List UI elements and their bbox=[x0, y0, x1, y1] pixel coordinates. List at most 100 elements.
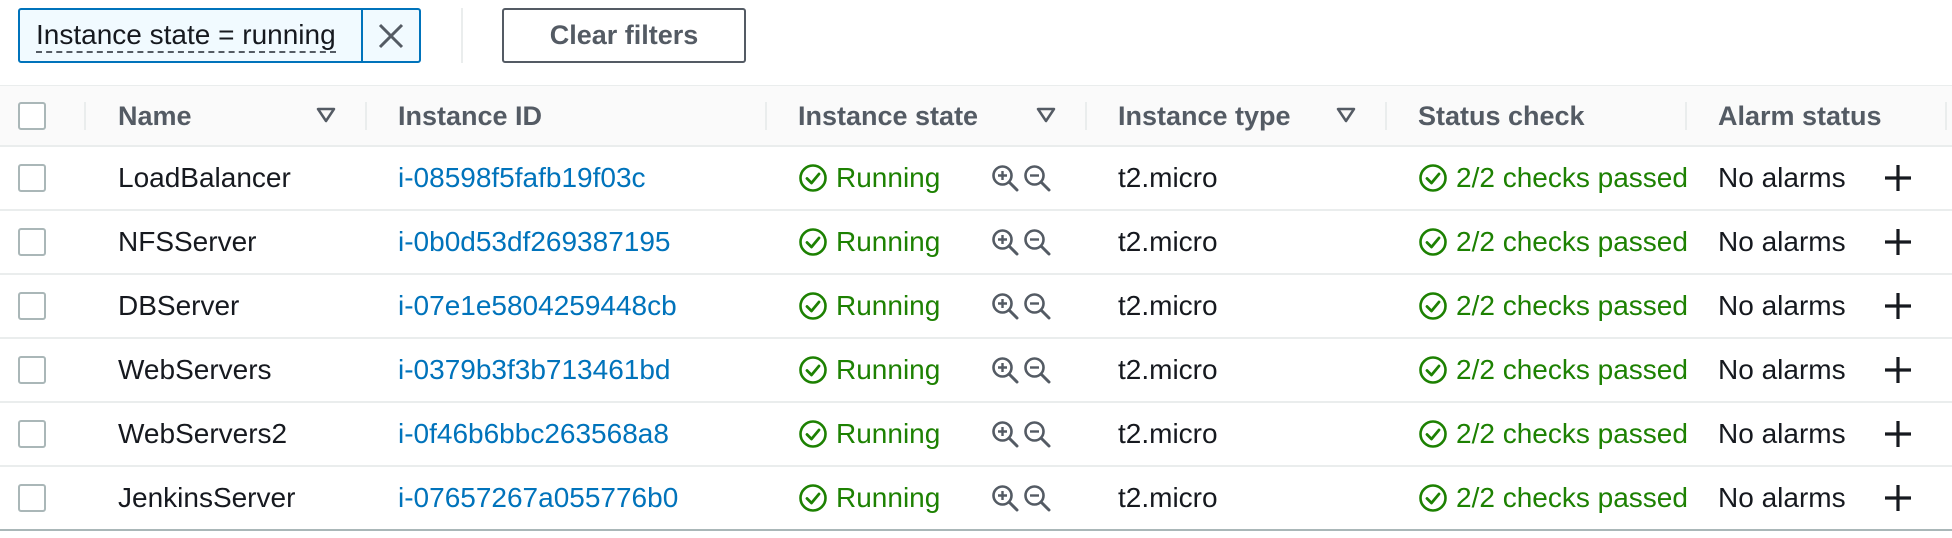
status-check-cell: 2/2 checks passed bbox=[1418, 147, 1688, 209]
instance-id-link[interactable]: i-0b0d53df269387195 bbox=[398, 211, 670, 273]
instance-name: WebServers2 bbox=[118, 418, 288, 449]
instance-id-link[interactable]: i-07e1e5804259448cb bbox=[398, 275, 677, 337]
state-zoom-controls bbox=[990, 147, 1052, 209]
zoom-in-icon[interactable] bbox=[990, 355, 1020, 385]
instance-type: t2.micro bbox=[1118, 418, 1218, 449]
instance-state-cell: Running bbox=[798, 275, 940, 337]
column-header-instance-type[interactable]: Instance type bbox=[1118, 86, 1291, 146]
zoom-in-icon[interactable] bbox=[990, 483, 1020, 513]
instance-type: t2.micro bbox=[1118, 354, 1218, 385]
add-alarm-button[interactable] bbox=[1883, 467, 1913, 529]
row-select-cell bbox=[18, 275, 46, 337]
plus-icon bbox=[1885, 165, 1911, 191]
row-checkbox[interactable] bbox=[18, 420, 46, 448]
alarm-status: No alarms bbox=[1718, 226, 1846, 257]
table-row[interactable]: WebServers2 i-0f46b6bbc263568a8 Running … bbox=[0, 403, 1952, 467]
row-select-cell bbox=[18, 467, 46, 529]
zoom-in-icon[interactable] bbox=[990, 163, 1020, 193]
check-circle-icon bbox=[799, 164, 827, 192]
instance-name: DBServer bbox=[118, 290, 240, 321]
column-header-status-check[interactable]: Status check bbox=[1418, 86, 1585, 146]
zoom-out-icon[interactable] bbox=[1022, 419, 1052, 449]
status-check-label[interactable]: 2/2 checks passed bbox=[1456, 162, 1688, 194]
column-header-instance-state[interactable]: Instance state bbox=[798, 86, 978, 146]
column-divider bbox=[84, 102, 86, 130]
status-check-cell: 2/2 checks passed bbox=[1418, 211, 1688, 273]
zoom-in-icon[interactable] bbox=[990, 419, 1020, 449]
zoom-out-icon[interactable] bbox=[1022, 291, 1052, 321]
instance-id-link[interactable]: i-0379b3f3b713461bd bbox=[398, 339, 670, 401]
status-check-label[interactable]: 2/2 checks passed bbox=[1456, 290, 1688, 322]
table-row[interactable]: LoadBalancer i-08598f5fafb19f03c Running… bbox=[0, 147, 1952, 211]
add-alarm-button[interactable] bbox=[1883, 275, 1913, 337]
zoom-out-icon[interactable] bbox=[1022, 483, 1052, 513]
instance-state-label: Running bbox=[836, 482, 941, 513]
instance-state-label: Running bbox=[836, 226, 941, 257]
caret-down-icon[interactable] bbox=[1335, 104, 1357, 126]
add-alarm-button[interactable] bbox=[1883, 339, 1913, 401]
instance-state-cell: Running bbox=[798, 339, 940, 401]
row-checkbox[interactable] bbox=[18, 292, 46, 320]
instance-id-link[interactable]: i-07657267a055776b0 bbox=[398, 467, 678, 529]
column-header-name[interactable]: Name bbox=[118, 86, 192, 146]
status-check-label[interactable]: 2/2 checks passed bbox=[1456, 418, 1688, 450]
instances-panel: Instance state = running Clear filters N… bbox=[0, 0, 1952, 538]
add-alarm-button[interactable] bbox=[1883, 403, 1913, 465]
zoom-out-icon[interactable] bbox=[1022, 355, 1052, 385]
instance-id-link[interactable]: i-08598f5fafb19f03c bbox=[398, 147, 646, 209]
row-checkbox[interactable] bbox=[18, 484, 46, 512]
status-check-label[interactable]: 2/2 checks passed bbox=[1456, 354, 1688, 386]
add-alarm-button[interactable] bbox=[1883, 147, 1913, 209]
check-circle-icon bbox=[1419, 484, 1447, 512]
alarm-status: No alarms bbox=[1718, 482, 1846, 513]
filter-bar-divider bbox=[461, 8, 463, 63]
filter-token[interactable]: Instance state = running bbox=[18, 8, 421, 63]
table-header: Name Instance ID Instance state Instance… bbox=[0, 85, 1952, 147]
status-check-label[interactable]: 2/2 checks passed bbox=[1456, 482, 1688, 514]
instance-id-link[interactable]: i-0f46b6bbc263568a8 bbox=[398, 403, 669, 465]
column-divider bbox=[1085, 102, 1087, 130]
check-circle-icon bbox=[1419, 420, 1447, 448]
instance-type: t2.micro bbox=[1118, 226, 1218, 257]
instance-type: t2.micro bbox=[1118, 290, 1218, 321]
zoom-out-icon[interactable] bbox=[1022, 163, 1052, 193]
filter-token-text: Instance state = running bbox=[36, 19, 336, 53]
zoom-out-icon[interactable] bbox=[1022, 227, 1052, 257]
plus-icon bbox=[1885, 421, 1911, 447]
filter-token-label[interactable]: Instance state = running bbox=[20, 10, 361, 61]
table-row[interactable]: JenkinsServer i-07657267a055776b0 Runnin… bbox=[0, 467, 1952, 531]
status-check-label[interactable]: 2/2 checks passed bbox=[1456, 226, 1688, 258]
state-zoom-controls bbox=[990, 339, 1052, 401]
status-check-cell: 2/2 checks passed bbox=[1418, 467, 1688, 529]
table-row[interactable]: NFSServer i-0b0d53df269387195 Running t2… bbox=[0, 211, 1952, 275]
zoom-in-icon[interactable] bbox=[990, 227, 1020, 257]
check-circle-icon bbox=[1419, 164, 1447, 192]
row-checkbox[interactable] bbox=[18, 164, 46, 192]
instance-name: NFSServer bbox=[118, 226, 257, 257]
filter-token-remove-button[interactable] bbox=[361, 10, 419, 61]
check-circle-icon bbox=[1419, 356, 1447, 384]
row-select-cell bbox=[18, 211, 46, 273]
row-checkbox[interactable] bbox=[18, 356, 46, 384]
clear-filters-button[interactable]: Clear filters bbox=[502, 8, 746, 63]
table-row[interactable]: WebServers i-0379b3f3b713461bd Running t… bbox=[0, 339, 1952, 403]
plus-icon bbox=[1885, 293, 1911, 319]
column-header-alarm-status[interactable]: Alarm status bbox=[1718, 86, 1882, 146]
status-check-cell: 2/2 checks passed bbox=[1418, 275, 1688, 337]
alarm-status: No alarms bbox=[1718, 418, 1846, 449]
table-row[interactable]: DBServer i-07e1e5804259448cb Running t2.… bbox=[0, 275, 1952, 339]
check-circle-icon bbox=[799, 484, 827, 512]
close-icon bbox=[378, 23, 404, 48]
check-circle-icon bbox=[799, 228, 827, 256]
select-all-cell bbox=[18, 86, 46, 146]
state-zoom-controls bbox=[990, 467, 1052, 529]
add-alarm-button[interactable] bbox=[1883, 211, 1913, 273]
caret-down-icon[interactable] bbox=[1035, 104, 1057, 126]
check-circle-icon bbox=[1419, 228, 1447, 256]
select-all-checkbox[interactable] bbox=[18, 102, 46, 130]
zoom-in-icon[interactable] bbox=[990, 291, 1020, 321]
caret-down-icon[interactable] bbox=[315, 104, 337, 126]
row-checkbox[interactable] bbox=[18, 228, 46, 256]
instance-state-label: Running bbox=[836, 290, 941, 321]
column-header-instance-id[interactable]: Instance ID bbox=[398, 86, 542, 146]
